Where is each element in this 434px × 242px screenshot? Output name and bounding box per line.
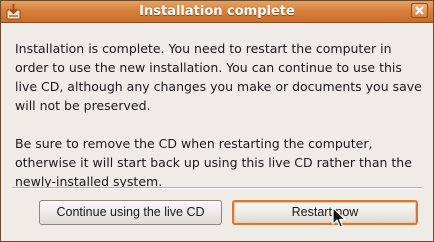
close-button[interactable] — [411, 3, 428, 18]
separator — [12, 187, 423, 189]
message-paragraph-restart-info: Installation is complete. You need to re… — [15, 41, 422, 113]
restart-now-button[interactable]: Restart now — [232, 200, 418, 225]
mouse-pointer-icon — [332, 207, 346, 229]
dialog-message: Installation is complete. You need to re… — [15, 39, 425, 191]
title-bar[interactable]: Installation complete — [1, 1, 433, 23]
installation-complete-dialog: Installation complete Installation is co… — [0, 0, 434, 242]
dialog-title: Installation complete — [139, 4, 295, 19]
continue-live-cd-button[interactable]: Continue using the live CD — [39, 200, 222, 225]
message-paragraph-remove-cd: Be sure to remove the CD when restarting… — [15, 136, 412, 189]
